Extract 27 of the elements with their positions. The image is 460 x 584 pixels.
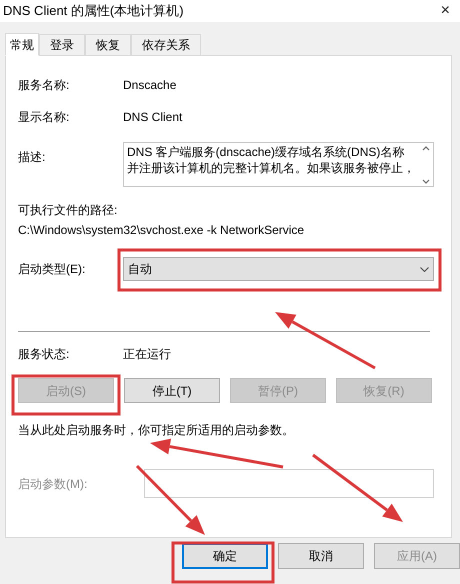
tab[interactable]: 登录 xyxy=(39,34,85,55)
field-value: 正在运行 xyxy=(123,346,171,363)
field-value: DNS Client xyxy=(123,109,182,126)
field-label: 描述: xyxy=(18,149,46,166)
field-label: 服务状态: xyxy=(18,346,70,363)
field-label: 服务名称: xyxy=(18,77,70,94)
description-line: DNS 客户端服务(dnscache)缓存域名系统(DNS)名称 xyxy=(127,144,406,160)
path-text: C:\Windows\system32\svchost.exe -k NetworkService xyxy=(18,222,306,239)
field-value: Dnscache xyxy=(123,77,176,94)
field-label: 可执行文件的路径: xyxy=(18,202,118,219)
scroll-down-icon[interactable] xyxy=(422,179,430,184)
window-title: DNS Client 的属性(本地计算机) xyxy=(3,2,184,20)
tab[interactable]: 恢复 xyxy=(85,34,131,55)
chevron-down-icon xyxy=(420,266,429,272)
description-line: 并注册该计算机的完整计算机名。如果该服务被停止， xyxy=(127,160,416,176)
field-label: 显示名称: xyxy=(18,109,70,126)
tab[interactable]: 常规 xyxy=(5,33,39,56)
hint-text: 当从此处启动服务时，你可指定所适用的启动参数。 xyxy=(18,422,295,439)
dialog-button[interactable]: 取消 xyxy=(278,543,364,569)
service-button[interactable]: 停止(T) xyxy=(124,378,220,403)
close-button[interactable]: × xyxy=(440,3,450,19)
scroll-up-icon[interactable] xyxy=(422,146,430,151)
tab[interactable]: 依存关系 xyxy=(131,34,201,55)
field-label: 启动类型(E): xyxy=(18,261,86,278)
startup-type-dropdown[interactable]: 自动 xyxy=(123,257,434,281)
field-label: 启动参数(M): xyxy=(18,476,88,492)
dialog-button[interactable]: 确定 xyxy=(182,543,268,569)
